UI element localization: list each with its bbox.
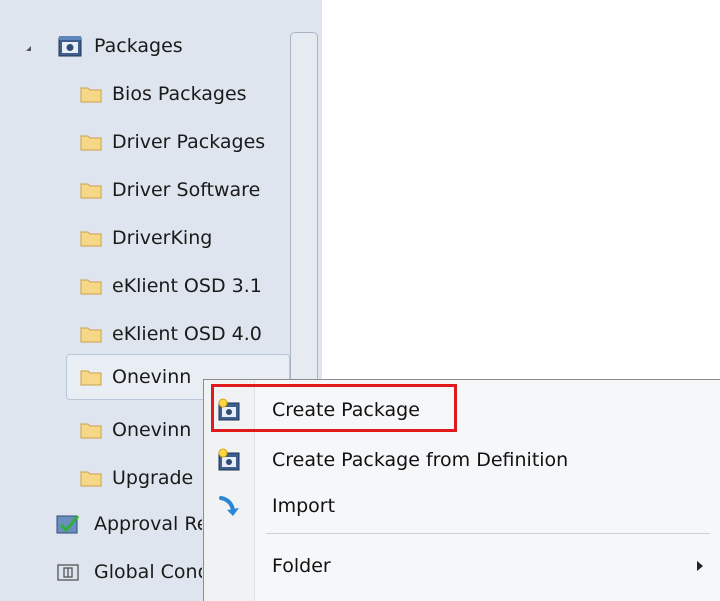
- tree-node-folder[interactable]: eKlient OSD 4.0: [0, 312, 288, 356]
- tree-label: Global Conditions: [94, 561, 202, 583]
- import-arrow-icon: [219, 496, 239, 516]
- folder-icon: [80, 327, 102, 343]
- tree-label: Bios Packages: [112, 83, 247, 105]
- tree-node-packages[interactable]: Packages: [0, 24, 288, 68]
- tree-node-folder[interactable]: Driver Software: [0, 168, 288, 212]
- folder-icon: [80, 279, 102, 295]
- context-menu: Create Package Create Package from Defin…: [203, 379, 720, 601]
- tree-node-folder[interactable]: Bios Packages: [0, 72, 288, 116]
- menu-item-create-package[interactable]: Create Package: [204, 388, 719, 432]
- folder-icon: [80, 471, 102, 487]
- package-icon: [58, 36, 82, 57]
- tree-node-folder[interactable]: DriverKing: [0, 216, 288, 260]
- tree-label: eKlient OSD 4.0: [112, 323, 262, 345]
- menu-separator: [266, 533, 710, 534]
- folder-icon: [80, 370, 102, 386]
- folder-icon: [80, 423, 102, 439]
- tree-node-folder[interactable]: eKlient OSD 3.1: [0, 264, 288, 308]
- tree-label: DriverKing: [112, 227, 213, 249]
- folder-icon: [80, 135, 102, 151]
- tree-label: Approval Requests: [94, 513, 202, 535]
- menu-item-label: Folder: [272, 555, 331, 577]
- global-conditions-icon: [57, 564, 79, 581]
- submenu-arrow-icon: [697, 561, 703, 571]
- menu-item-label: Create Package from Definition: [272, 449, 569, 471]
- create-package-icon: [218, 398, 240, 421]
- tree-label: Driver Software: [112, 179, 261, 201]
- approval-icon: [56, 515, 80, 534]
- folder-icon: [80, 87, 102, 103]
- tree-label: eKlient OSD 3.1: [112, 275, 262, 297]
- expanded-arrow-icon[interactable]: [26, 41, 31, 51]
- menu-item-import[interactable]: Import: [204, 484, 719, 528]
- tree-label: Driver Packages: [112, 131, 266, 153]
- menu-item-label: Import: [272, 495, 336, 517]
- create-package-definition-icon: [218, 448, 240, 471]
- tree-label: Packages: [94, 35, 183, 57]
- menu-item-label: Create Package: [272, 399, 420, 421]
- folder-icon: [80, 231, 102, 247]
- tree-label: Onevinn: [112, 366, 192, 388]
- menu-item-create-package-from-definition[interactable]: Create Package from Definition: [204, 438, 719, 482]
- tree-label: Upgrade: [112, 467, 194, 489]
- tree-node-folder[interactable]: Driver Packages: [0, 120, 288, 164]
- menu-item-folder[interactable]: Folder: [204, 544, 719, 588]
- tree-label: Onevinn: [112, 419, 192, 441]
- folder-icon: [80, 183, 102, 199]
